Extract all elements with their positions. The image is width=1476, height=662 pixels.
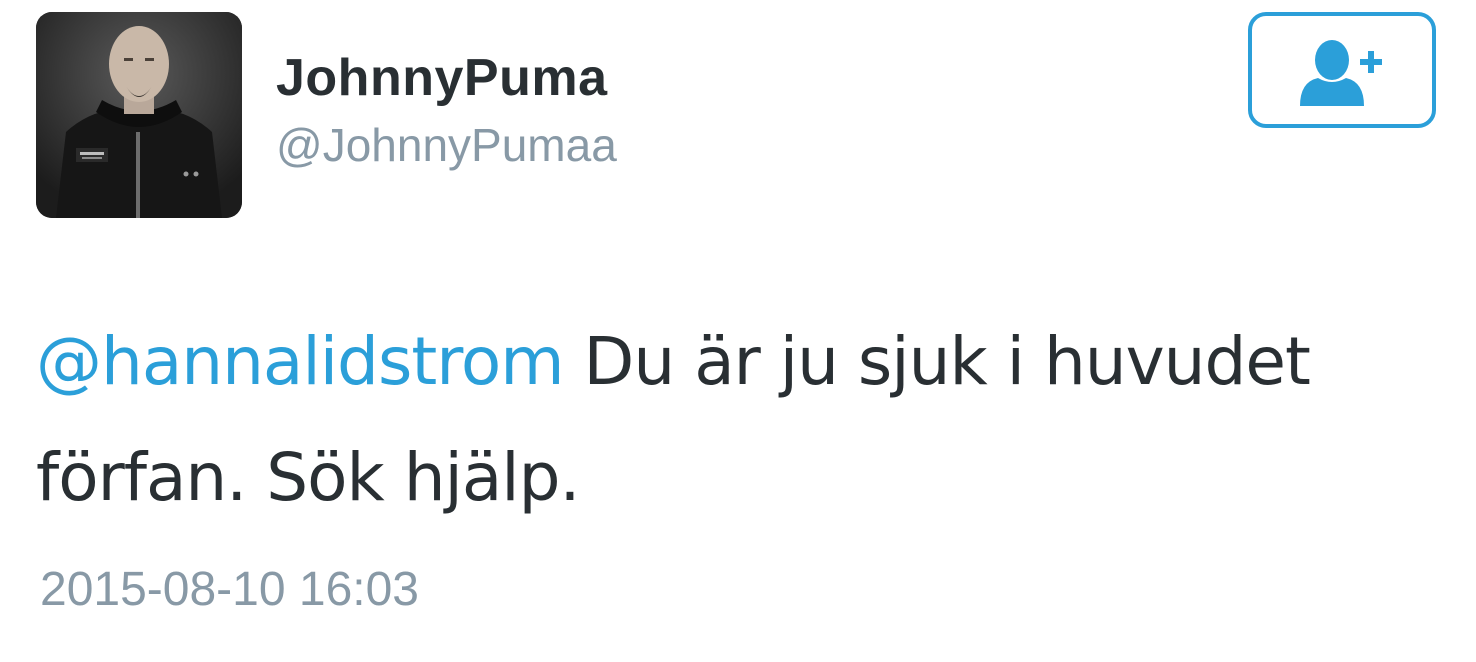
mention-link[interactable]: @hannalidstrom (36, 323, 565, 400)
follow-button[interactable] (1248, 12, 1436, 128)
tweet-card: JohnnyPuma @JohnnyPumaa @hannalidstrom D… (0, 0, 1476, 662)
display-name[interactable]: JohnnyPuma (276, 48, 608, 108)
add-user-icon (1300, 40, 1382, 106)
tweet-text: @hannalidstrom Du är ju sjuk i huvudet f… (36, 304, 1436, 536)
user-handle[interactable]: @JohnnyPumaa (276, 118, 617, 172)
tweet-timestamp[interactable]: 2015-08-10 16:03 (40, 562, 419, 617)
user-avatar[interactable] (36, 12, 242, 218)
avatar-image (36, 12, 242, 218)
